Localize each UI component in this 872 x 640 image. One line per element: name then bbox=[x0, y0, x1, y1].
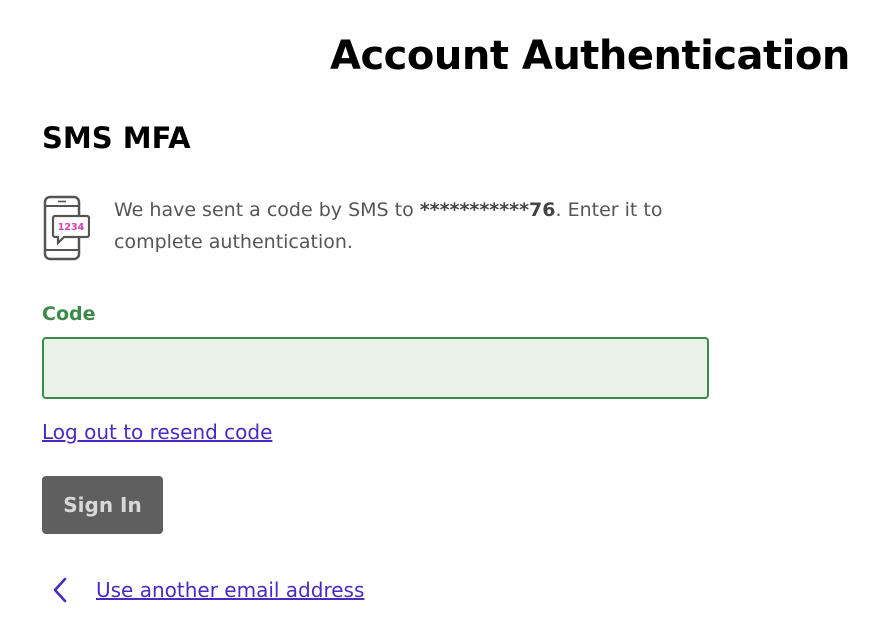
sms-instruction: We have sent a code by SMS to **********… bbox=[114, 194, 702, 258]
page-title: Account Authentication bbox=[330, 33, 850, 79]
section-title: SMS MFA bbox=[42, 121, 191, 155]
back-to-email-row[interactable]: Use another email address bbox=[52, 575, 364, 605]
chevron-left-icon[interactable] bbox=[52, 577, 68, 603]
use-another-email-link[interactable]: Use another email address bbox=[96, 575, 364, 605]
sign-in-button[interactable]: Sign In bbox=[42, 476, 163, 534]
sms-message: 1234 We have sent a code by SMS to *****… bbox=[42, 195, 702, 261]
code-input[interactable] bbox=[42, 337, 709, 399]
phone-sms-icon: 1234 bbox=[43, 195, 90, 261]
code-label: Code bbox=[42, 303, 96, 325]
icon-code-text: 1234 bbox=[58, 222, 85, 233]
masked-phone-number: ***********76 bbox=[419, 199, 556, 221]
sms-text-prefix: We have sent a code by SMS to bbox=[114, 199, 420, 221]
resend-code-link[interactable]: Log out to resend code bbox=[42, 418, 272, 446]
